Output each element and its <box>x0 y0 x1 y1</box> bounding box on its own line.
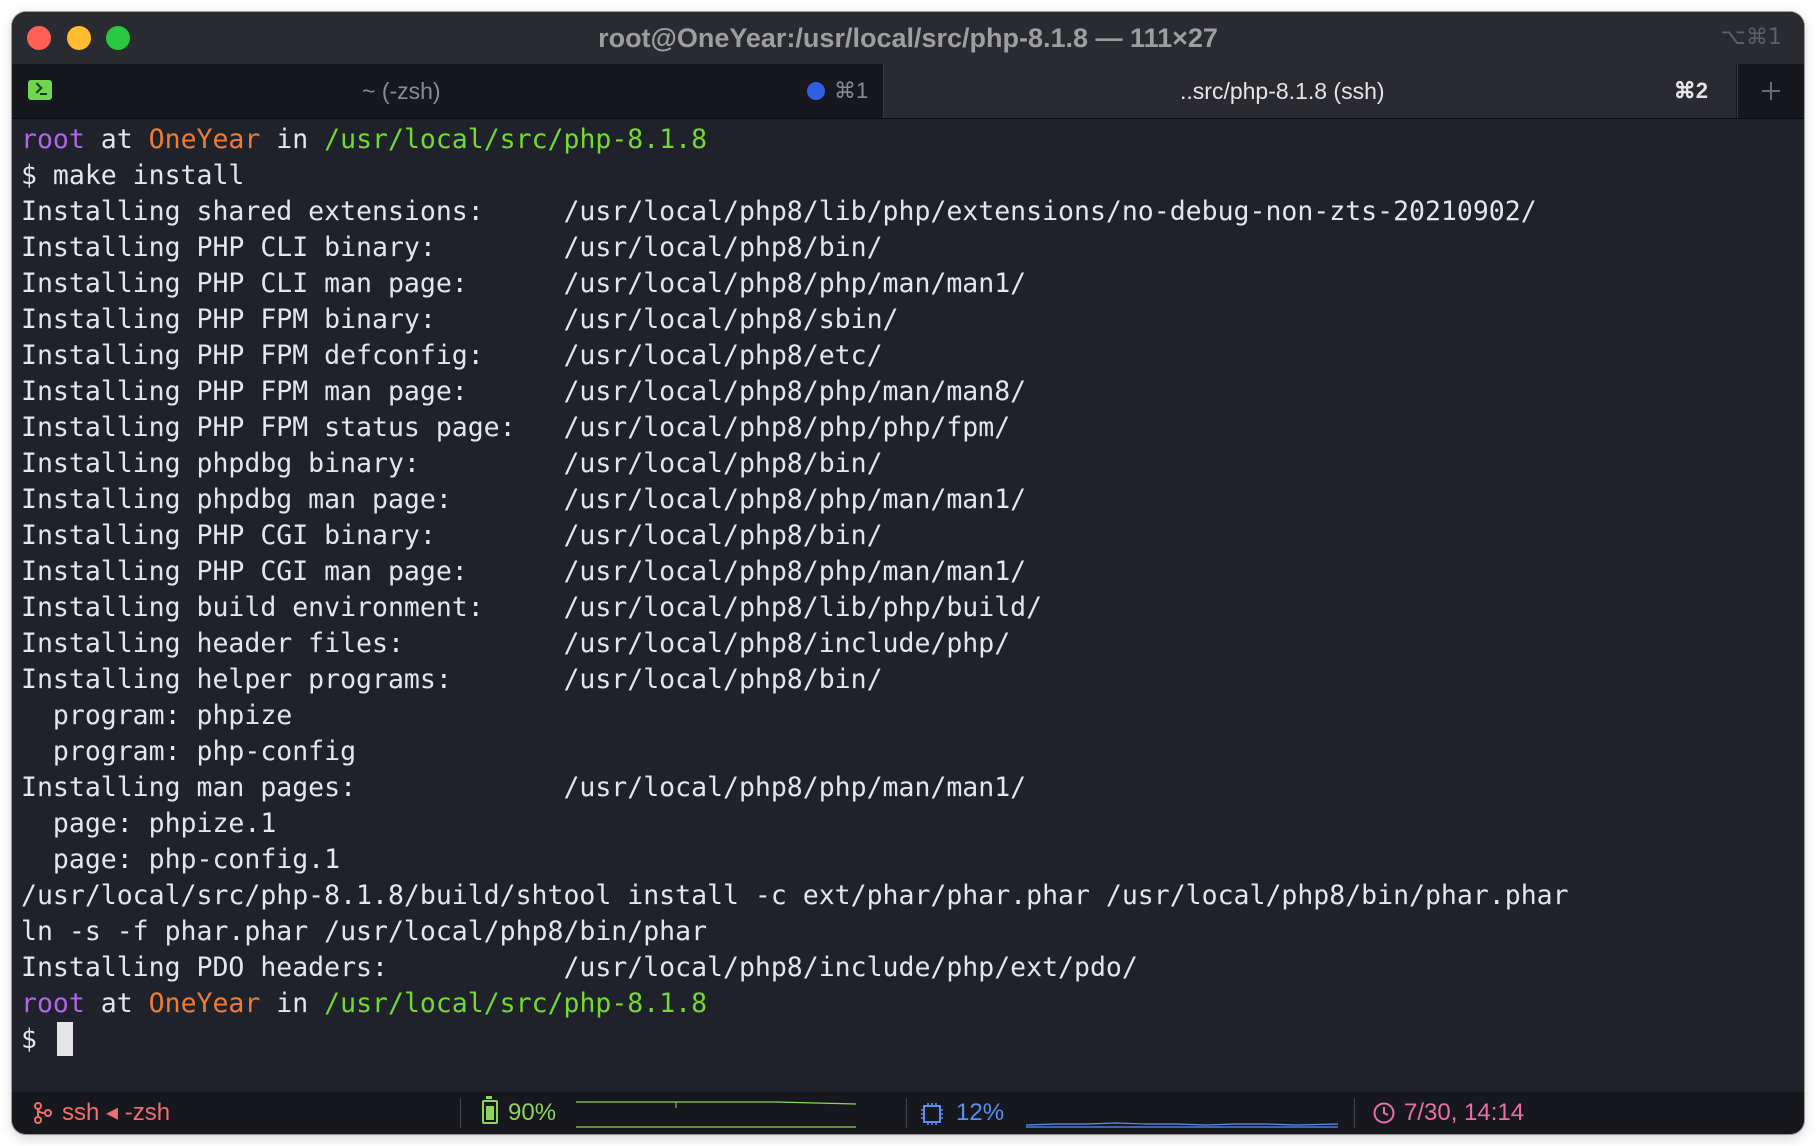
window-title: root@OneYear:/usr/local/src/php-8.1.8 — … <box>598 23 1218 53</box>
output-line: Installing shared extensions: /usr/local… <box>21 196 1537 227</box>
output-line: Installing build environment: /usr/local… <box>21 592 1043 623</box>
output-line: Installing PHP CGI binary: /usr/local/ph… <box>21 520 883 551</box>
divider <box>1354 1098 1355 1128</box>
tab-zsh[interactable]: ~ (-zsh) ⌘1 <box>12 64 883 118</box>
prompt-in: in <box>260 124 325 155</box>
output-line: Installing PDO headers: /usr/local/php8/… <box>21 952 1138 983</box>
divider <box>906 1098 907 1128</box>
output-line: Installing phpdbg binary: /usr/local/php… <box>21 448 883 479</box>
output-line: Installing PHP CGI man page: /usr/local/… <box>21 556 1027 587</box>
tab-bar: ~ (-zsh) ⌘1 ..src/php-8.1.8 (ssh) ⌘2 <box>12 64 1804 119</box>
prompt-host: OneYear <box>148 124 261 155</box>
output-line: Installing header files: /usr/local/php8… <box>21 628 1011 659</box>
output-line: Installing PHP FPM status page: /usr/loc… <box>21 412 1011 443</box>
output-line: Installing PHP CLI man page: /usr/local/… <box>21 268 1027 299</box>
output-line: Installing man pages: /usr/local/php8/ph… <box>21 772 1027 803</box>
tab-shortcut: ⌘1 <box>834 78 869 103</box>
output-line: $ make install <box>21 160 245 191</box>
output-line: Installing PHP FPM defconfig: /usr/local… <box>21 340 883 371</box>
prompt-at: at <box>84 988 149 1019</box>
terminal-output[interactable]: root at OneYear in /usr/local/src/php-8.… <box>21 122 1791 1106</box>
prompt-host: OneYear <box>148 988 261 1019</box>
status-bar: ssh ◂ -zsh 90% 12% 7/30, 14:14 <box>12 1092 1804 1134</box>
output-line: program: phpize <box>21 700 293 731</box>
prompt-user: root <box>21 124 85 155</box>
prompt-line: root at OneYear in /usr/local/src/php-8.… <box>21 986 707 1022</box>
text-cursor <box>56 1021 73 1056</box>
tab-label: ..src/php-8.1.8 (ssh) <box>1180 78 1385 104</box>
process-label: ssh ◂ -zsh <box>62 1099 171 1126</box>
input-line[interactable]: $ <box>21 1021 73 1058</box>
branch-icon <box>34 1102 52 1124</box>
cpu-sparkline <box>1026 1122 1338 1128</box>
prompt-path: /usr/local/src/php-8.1.8 <box>324 124 708 155</box>
window-shortcut: ⌥⌘1 <box>1720 25 1782 50</box>
output-line: page: php-config.1 <box>21 844 341 875</box>
tab-ssh[interactable]: ..src/php-8.1.8 (ssh) ⌘2 <box>884 64 1736 118</box>
output-line: /usr/local/src/php-8.1.8/build/shtool in… <box>21 880 1569 911</box>
tab-label: ~ (-zsh) <box>362 78 441 104</box>
output-line: Installing helper programs: /usr/local/p… <box>21 664 883 695</box>
terminal-window: root@OneYear:/usr/local/src/php-8.1.8 — … <box>12 12 1804 1134</box>
battery-sparkline <box>576 1101 856 1128</box>
clock-label: 7/30, 14:14 <box>1404 1099 1525 1126</box>
cpu-icon <box>921 1103 943 1125</box>
activity-dot-icon <box>807 82 825 100</box>
output-line: Installing PHP FPM man page: /usr/local/… <box>21 376 1027 407</box>
output-line: Installing PHP FPM binary: /usr/local/ph… <box>21 304 899 335</box>
prompt-path: /usr/local/src/php-8.1.8 <box>324 988 708 1019</box>
prompt-user: root <box>21 988 85 1019</box>
new-tab-button[interactable] <box>1737 64 1804 118</box>
prompt-in: in <box>260 988 325 1019</box>
output-line: Installing phpdbg man page: /usr/local/p… <box>21 484 1027 515</box>
terminal-icon <box>28 80 52 100</box>
battery-percent: 90% <box>508 1099 557 1126</box>
output-line: Installing PHP CLI binary: /usr/local/ph… <box>21 232 883 263</box>
prompt-at: at <box>84 124 149 155</box>
title-bar[interactable]: root@OneYear:/usr/local/src/php-8.1.8 — … <box>12 12 1804 64</box>
prompt-line: root at OneYear in /usr/local/src/php-8.… <box>21 122 707 158</box>
battery-icon <box>482 1096 498 1124</box>
output-line: ln -s -f phar.phar /usr/local/php8/bin/p… <box>21 916 708 947</box>
output-line: program: php-config <box>21 736 357 767</box>
divider <box>460 1098 461 1128</box>
cpu-percent: 12% <box>956 1099 1005 1126</box>
clock-icon <box>1373 1102 1395 1124</box>
input-prompt: $ <box>21 1024 53 1055</box>
tab-shortcut: ⌘2 <box>1673 78 1708 103</box>
output-line: page: phpize.1 <box>21 808 277 839</box>
